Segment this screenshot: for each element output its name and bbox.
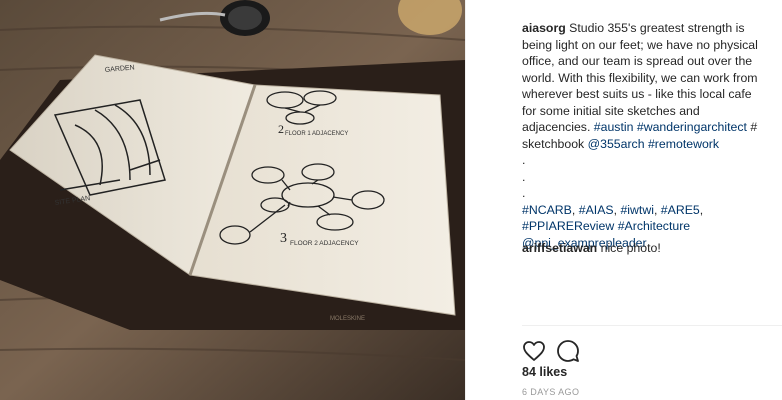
svg-text:3: 3 [280, 231, 287, 246]
heart-icon[interactable] [522, 339, 546, 363]
cover-text: MOLESKINE [330, 316, 365, 322]
divider [522, 325, 782, 326]
caption-line: wherever best suits us - like this local… [522, 87, 752, 101]
comment-text: nice photo! [600, 241, 661, 255]
caption-text: # [746, 120, 758, 134]
hashtag-link[interactable]: #ARE5 [661, 203, 700, 217]
hashtag-link[interactable]: #PPIAREReview [522, 219, 614, 233]
speech-bubble-icon[interactable] [556, 339, 580, 363]
like-count[interactable]: 84 likes [522, 365, 567, 379]
hashtag-link[interactable]: #AIAS [579, 203, 614, 217]
mention-link[interactable]: @355arch [588, 137, 645, 151]
hashtag-link[interactable]: #iwtwi [620, 203, 653, 217]
sketchbook-photo: GARDEN SITE PLAN FLOOR 1 ADJACENCY FLOOR… [0, 0, 465, 400]
post-actions [522, 339, 580, 363]
caption-dot: . [522, 153, 526, 167]
comment-username[interactable]: ariffsetiawan [522, 241, 597, 255]
caption-dot: . [522, 169, 526, 184]
floor1-label: FLOOR 1 ADJACENCY [285, 131, 348, 137]
comment-item: ariffsetiawan nice photo! [522, 240, 774, 256]
floor2-label: FLOOR 2 ADJACENCY [290, 240, 359, 247]
hashtag-link[interactable]: #Architecture [618, 219, 690, 233]
post-details-panel: aiasorg Studio 355's greatest strength i… [465, 0, 782, 400]
caption-text: adjacencies. [522, 120, 594, 134]
post-timestamp[interactable]: 6 DAYS AGO [522, 387, 579, 397]
hashtag-link[interactable]: #wanderingarchitect [637, 120, 747, 134]
post-caption: aiasorg Studio 355's greatest strength i… [522, 20, 774, 251]
caption-line: being light on our feet; we have no phys… [522, 37, 758, 52]
caption-dot: . [522, 186, 526, 200]
caption-line: world. With this flexibility, we can wor… [522, 70, 758, 85]
hashtag-link[interactable]: #remotework [648, 137, 719, 151]
hashtag-link[interactable]: #austin [594, 120, 634, 134]
hashtag-link[interactable]: #NCARB [522, 203, 572, 217]
svg-text:2: 2 [278, 122, 284, 136]
caption-text: sketchbook [522, 136, 588, 151]
caption-line: for some initial site sketches and [522, 103, 700, 118]
caption-line: office, and our team is spread out over … [522, 54, 753, 68]
post-photo[interactable]: GARDEN SITE PLAN FLOOR 1 ADJACENCY FLOOR… [0, 0, 465, 400]
author-username[interactable]: aiasorg [522, 21, 566, 35]
caption-line: Studio 355's greatest strength is [569, 21, 745, 35]
